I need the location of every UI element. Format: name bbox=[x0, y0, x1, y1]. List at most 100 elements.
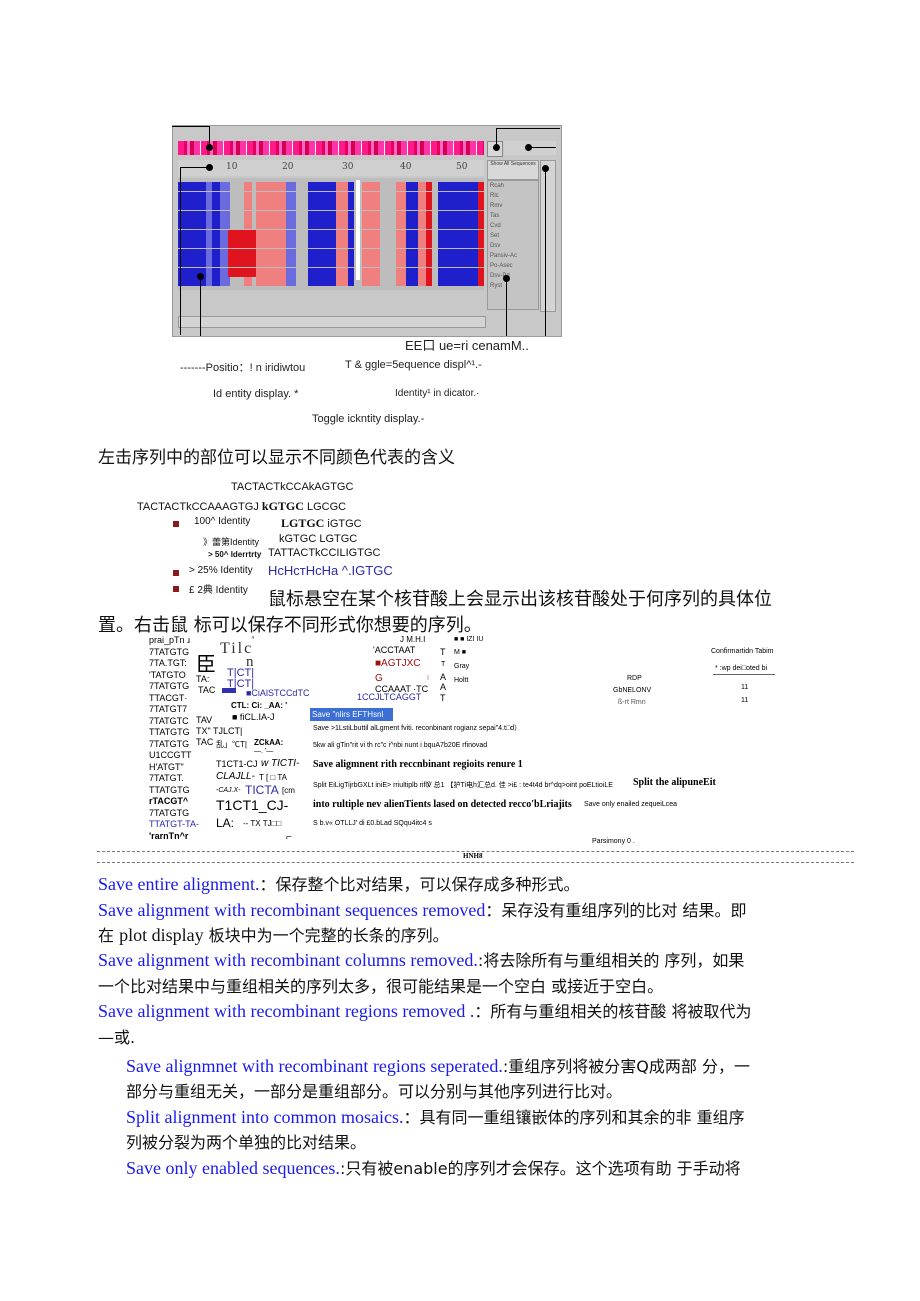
annotation-toggle-identity-display: Toggle ickntity display.- bbox=[312, 413, 425, 425]
alignment-cell-block bbox=[426, 277, 432, 286]
position-ruler: 10 20 30 40 50 bbox=[178, 160, 484, 176]
alignment-cell-block bbox=[396, 239, 406, 248]
alignment-cell-block bbox=[396, 220, 406, 229]
alignment-cell-block bbox=[396, 267, 406, 277]
sequence-name[interactable]: Set bbox=[488, 231, 538, 241]
menu-item-split-multiple[interactable]: into rultiple nev alienTients lased on d… bbox=[313, 799, 572, 810]
legend-seq: LGTGC iGTGC bbox=[281, 516, 362, 531]
description-enabled-sequences: Save only enabled sequences.:只有被enable的序… bbox=[126, 1156, 886, 1182]
option-desc: ：具有同一重组镶嵌体的序列和其余的非 重组序 bbox=[403, 1108, 745, 1127]
alignment-row[interactable] bbox=[178, 248, 484, 258]
menu-item-save-entire-alignment[interactable]: Save "nlirs EFTHsnl bbox=[310, 708, 393, 721]
alignment-cell-block bbox=[256, 210, 286, 220]
description-columns-removed: Save alignment with recombinant columns … bbox=[98, 948, 858, 974]
sequence-name[interactable]: Rmv bbox=[488, 201, 538, 211]
alignment-cell-block bbox=[396, 210, 406, 220]
alignment-cell-block bbox=[362, 267, 380, 277]
sequence-name[interactable]: Cvd bbox=[488, 221, 538, 231]
sequence-name[interactable]: Dsv-Pd bbox=[488, 271, 538, 281]
alignment-cell-block bbox=[426, 267, 432, 277]
option-desc: ：呆存没有重组序列的比对 结果。即 bbox=[485, 901, 747, 920]
glyph-fragment: T1CT1_CJ- bbox=[216, 797, 289, 813]
sequence-name[interactable]: Dsv bbox=[488, 241, 538, 251]
alignment-row[interactable] bbox=[178, 239, 484, 248]
alignment-cell-block bbox=[426, 191, 432, 201]
alignment-cell-block bbox=[178, 201, 206, 210]
alignment-row[interactable] bbox=[178, 229, 484, 239]
glyph-fragment: 臣 bbox=[196, 652, 216, 676]
alignment-cell-block bbox=[418, 210, 426, 220]
alignment-cell-block bbox=[348, 201, 354, 210]
option-desc: ：保存整个比对结果，可以保存成多种形式。 bbox=[259, 875, 580, 894]
sequence-name[interactable]: Pansiv-Ac bbox=[488, 251, 538, 261]
menu-item-save-disabled[interactable]: S b.v« OTLLJ' di £0.bLad SQqu4itc4 s bbox=[313, 820, 432, 827]
sequence-name[interactable]: Ryst bbox=[488, 281, 538, 291]
menu-item-save-recombinant-regions-removed[interactable]: Save aligmnent rith reccnbinant regioits… bbox=[313, 759, 523, 770]
alignment-cell-block bbox=[418, 248, 426, 258]
glyph-fragment: CLAJLL- bbox=[216, 771, 255, 782]
alignment-cell-block bbox=[406, 201, 418, 210]
description-common-mosaics: Split alignment into common mosaics.：具有同… bbox=[126, 1105, 886, 1131]
legend-bullet-icon bbox=[173, 570, 179, 576]
alignment-cell-block bbox=[308, 267, 336, 277]
alignment-cell-block bbox=[426, 239, 432, 248]
left-sequence-row: rTACGT^ bbox=[149, 796, 189, 806]
alignment-cell-block bbox=[362, 191, 380, 201]
left-sequence-row: 7TATGT7 bbox=[149, 704, 188, 714]
alignment-cell-block bbox=[256, 239, 286, 248]
left-sequence-row: 7TA.TGT: bbox=[149, 658, 187, 668]
alignment-cell-block bbox=[418, 267, 426, 277]
alignment-row[interactable] bbox=[178, 210, 484, 220]
alignment-cell-block bbox=[212, 277, 220, 286]
alignment-cell-block bbox=[396, 201, 406, 210]
menu-item-split-alignment[interactable]: Split the alipuneEit bbox=[633, 777, 716, 788]
alignment-cell-block bbox=[478, 239, 484, 248]
menu-item-split-mosaics[interactable]: Split EiLigTijrbGXLt iniE> rriultiplb ri… bbox=[313, 780, 613, 790]
glyph-fragment: w TICTI- bbox=[261, 758, 300, 769]
legend-label: > 50^ Iderrtrty bbox=[208, 550, 262, 559]
legend-label: £ 2典 Identity bbox=[189, 585, 248, 596]
menu-item-save-recombinant-separated[interactable]: Save >1LstiLbuttil alLgment fviti. recon… bbox=[313, 723, 521, 733]
alignment-row[interactable] bbox=[178, 201, 484, 210]
option-name: Save only enabled sequences. bbox=[126, 1158, 340, 1178]
glyph-fragment: -CAJ.X- bbox=[216, 787, 241, 794]
option-desc: ：所有与重组相关的核苷酸 将被取代为 bbox=[474, 1002, 752, 1021]
horizontal-scrollbar[interactable] bbox=[178, 316, 486, 328]
glyph-fragment: T1CT1-CJ bbox=[216, 759, 258, 769]
alignment-row[interactable] bbox=[178, 267, 484, 277]
menu-item-save-enabled[interactable]: Save only enailed zequeiLcea bbox=[584, 801, 677, 808]
alignment-row[interactable] bbox=[178, 191, 484, 201]
show-all-sequences-button[interactable]: Show All Sequences bbox=[487, 160, 539, 180]
alignment-cell-block bbox=[212, 239, 220, 248]
alignment-cell-block bbox=[286, 191, 296, 201]
sequence-name[interactable]: Po-Asec bbox=[488, 261, 538, 271]
description-continued: 一个比对结果中与重组相关的序列太多，很可能结果是一个空白 或接近于空白。 bbox=[98, 974, 858, 1000]
alignment-cell-block bbox=[426, 229, 432, 239]
menu-item-save-recombinant-sequences-removed[interactable]: 5kw ali gTin"rit vi th rc"c i^nbi nunt i… bbox=[313, 742, 487, 749]
alignment-row[interactable] bbox=[178, 277, 484, 286]
alignment-row[interactable] bbox=[178, 182, 484, 191]
alignment-cell-block bbox=[396, 191, 406, 201]
sequence-name[interactable]: Rcah bbox=[488, 181, 538, 191]
recombination-overview-bar[interactable] bbox=[178, 141, 484, 155]
alignment-cell-block bbox=[406, 258, 418, 267]
alignment-row[interactable] bbox=[178, 220, 484, 229]
legend-seq-part: TACTACTkCCAAAGTGJ bbox=[137, 501, 259, 513]
sequence-name[interactable]: Rlc bbox=[488, 191, 538, 201]
alignment-cell-block bbox=[336, 191, 348, 201]
recombinant-region-block bbox=[228, 239, 256, 248]
alignment-row[interactable] bbox=[178, 258, 484, 267]
glyph-fragment: -- TX TJ□□ bbox=[243, 819, 282, 828]
gap-column bbox=[356, 180, 360, 280]
sequence-names-list[interactable]: Rcah Rlc Rmv Tas Cvd Set Dsv Pansiv-Ac P… bbox=[487, 180, 539, 310]
vertical-scrollbar[interactable] bbox=[540, 160, 556, 312]
alignment-cell-block bbox=[418, 277, 426, 286]
alignment-cell-block bbox=[244, 220, 252, 229]
alignment-cell-block bbox=[396, 248, 406, 258]
sequence-alignment-grid[interactable] bbox=[178, 178, 484, 290]
callout-dot bbox=[197, 273, 204, 280]
glyph-fragment: CTL: Ci: _AA: ' bbox=[231, 701, 288, 710]
ruler-tick: 50 bbox=[456, 162, 468, 172]
sequence-name[interactable]: Tas bbox=[488, 211, 538, 221]
alignment-cell-block bbox=[244, 191, 252, 201]
